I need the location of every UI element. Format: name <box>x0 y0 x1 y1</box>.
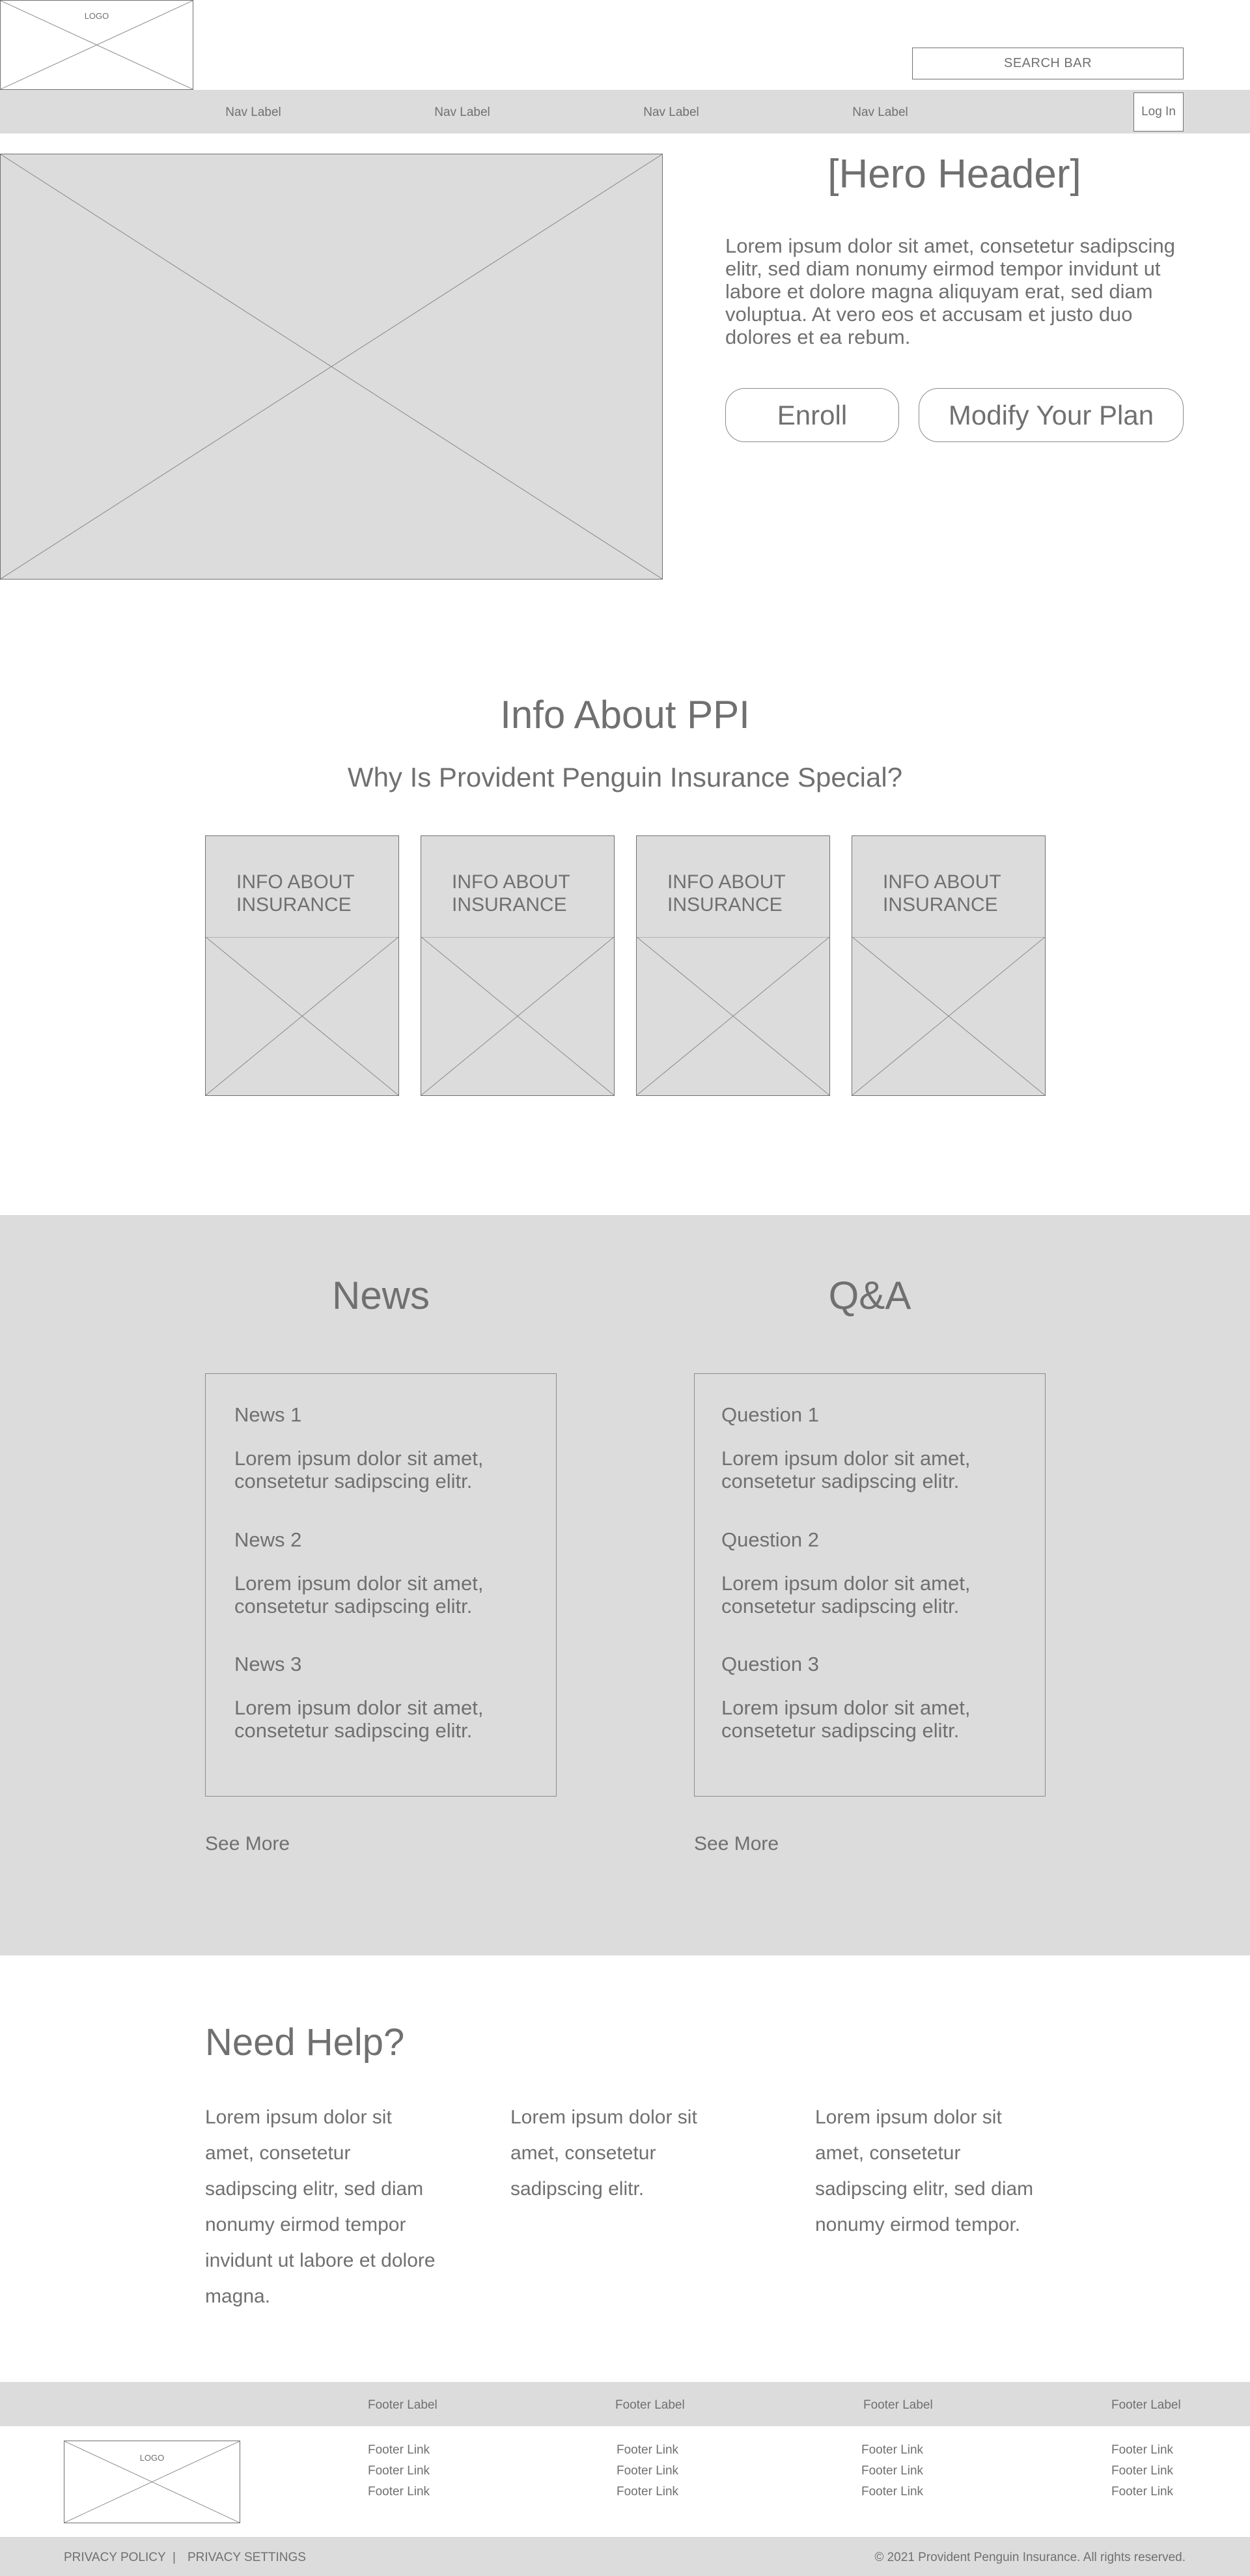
logo-text: LOGO <box>84 11 109 21</box>
footer-link[interactable]: Footer Link <box>861 2443 923 2457</box>
nav-item-3[interactable]: Nav Label <box>619 105 723 120</box>
footer-link[interactable]: Footer Link <box>368 2485 430 2499</box>
legal-separator: | <box>173 2551 176 2564</box>
news-qa-section <box>0 1215 1250 1955</box>
news-panel: News 1 Lorem ipsum dolor sit amet, conse… <box>205 1373 557 1797</box>
news-title: News <box>331 1274 430 1317</box>
nav-item-4[interactable]: Nav Label <box>828 105 932 120</box>
info-subtitle: Why Is Provident Penguin Insurance Speci… <box>347 762 903 792</box>
info-card-title: INFO ABOUT INSURANCE <box>236 871 355 916</box>
info-title: Info About PPI <box>500 693 750 736</box>
help-column: Lorem ipsum dolor sit amet, consetetur s… <box>205 2107 436 2307</box>
qa-see-more-link[interactable]: See More <box>694 1833 779 1855</box>
news-see-more-link[interactable]: See More <box>205 1833 290 1855</box>
footer-link[interactable]: Footer Link <box>1111 2443 1173 2457</box>
news-item-title[interactable]: News 2 <box>234 1528 301 1552</box>
help-title: Need Help? <box>205 2021 405 2064</box>
footer-logo[interactable]: LOGO <box>64 2441 240 2523</box>
news-item-title[interactable]: News 1 <box>234 1403 301 1427</box>
help-column: Lorem ipsum dolor sit amet, consetetur s… <box>510 2107 697 2200</box>
footer-label: Footer Label <box>1111 2398 1181 2412</box>
footer-logo-text: LOGO <box>139 2453 165 2463</box>
info-card[interactable]: INFO ABOUT INSURANCE <box>852 835 1046 1096</box>
qa-item-title[interactable]: Question 3 <box>721 1653 819 1676</box>
card-image-placeholder <box>206 937 398 1095</box>
nav-item-1[interactable]: Nav Label <box>201 105 305 120</box>
qa-item-body: Lorem ipsum dolor sit amet, consetetur s… <box>721 1447 971 1492</box>
modify-plan-button[interactable]: Modify Your Plan <box>919 388 1184 442</box>
info-card[interactable]: INFO ABOUT INSURANCE <box>636 835 830 1096</box>
qa-item-body: Lorem ipsum dolor sit amet, consetetur s… <box>721 1696 971 1742</box>
logo[interactable]: LOGO <box>0 0 193 90</box>
info-card[interactable]: INFO ABOUT INSURANCE <box>205 835 399 1096</box>
footer-link[interactable]: Footer Link <box>368 2443 430 2457</box>
footer-link[interactable]: Footer Link <box>1111 2464 1173 2478</box>
footer-label: Footer Label <box>615 2398 685 2412</box>
qa-item-title[interactable]: Question 1 <box>721 1403 819 1427</box>
hero-image <box>0 154 663 580</box>
privacy-settings-link[interactable]: PRIVACY SETTINGS <box>188 2551 306 2565</box>
qa-title: Q&A <box>828 1274 911 1317</box>
qa-panel: Question 1 Lorem ipsum dolor sit amet, c… <box>694 1373 1046 1797</box>
footer-link[interactable]: Footer Link <box>617 2443 678 2457</box>
copyright-text: © 2021 Provident Penguin Insurance. All … <box>874 2551 1186 2564</box>
footer-link[interactable]: Footer Link <box>1111 2485 1173 2499</box>
footer-link[interactable]: Footer Link <box>617 2464 678 2478</box>
search-input[interactable]: SEARCH BAR <box>912 48 1184 79</box>
info-card-title: INFO ABOUT INSURANCE <box>883 871 1001 916</box>
hero-body: Lorem ipsum dolor sit amet, consetetur s… <box>725 234 1175 348</box>
card-image-placeholder <box>421 937 614 1095</box>
nav-item-2[interactable]: Nav Label <box>410 105 514 120</box>
news-item-title[interactable]: News 3 <box>234 1653 301 1676</box>
footer-label: Footer Label <box>368 2398 438 2412</box>
hero-header: [Hero Header] <box>827 152 1081 197</box>
footer-label: Footer Label <box>863 2398 933 2412</box>
info-card-title: INFO ABOUT INSURANCE <box>667 871 786 916</box>
nav-bar: Nav Label Nav Label Nav Label Nav Label <box>0 90 1250 133</box>
qa-item-title[interactable]: Question 2 <box>721 1528 819 1552</box>
news-item-body: Lorem ipsum dolor sit amet, consetetur s… <box>234 1572 484 1617</box>
qa-item-body: Lorem ipsum dolor sit amet, consetetur s… <box>721 1572 971 1617</box>
privacy-policy-link[interactable]: PRIVACY POLICY <box>64 2551 166 2565</box>
info-card[interactable]: INFO ABOUT INSURANCE <box>421 835 615 1096</box>
news-item-body: Lorem ipsum dolor sit amet, consetetur s… <box>234 1447 484 1492</box>
footer-link[interactable]: Footer Link <box>861 2464 923 2478</box>
footer-link[interactable]: Footer Link <box>861 2485 923 2499</box>
login-button[interactable]: Log In <box>1133 92 1184 132</box>
enroll-button[interactable]: Enroll <box>725 388 899 442</box>
info-card-title: INFO ABOUT INSURANCE <box>452 871 570 916</box>
news-item-body: Lorem ipsum dolor sit amet, consetetur s… <box>234 1696 484 1742</box>
card-image-placeholder <box>637 937 829 1095</box>
footer-link[interactable]: Footer Link <box>617 2485 678 2499</box>
help-column: Lorem ipsum dolor sit amet, consetetur s… <box>815 2107 1034 2235</box>
footer-link[interactable]: Footer Link <box>368 2464 430 2478</box>
card-image-placeholder <box>852 937 1045 1095</box>
